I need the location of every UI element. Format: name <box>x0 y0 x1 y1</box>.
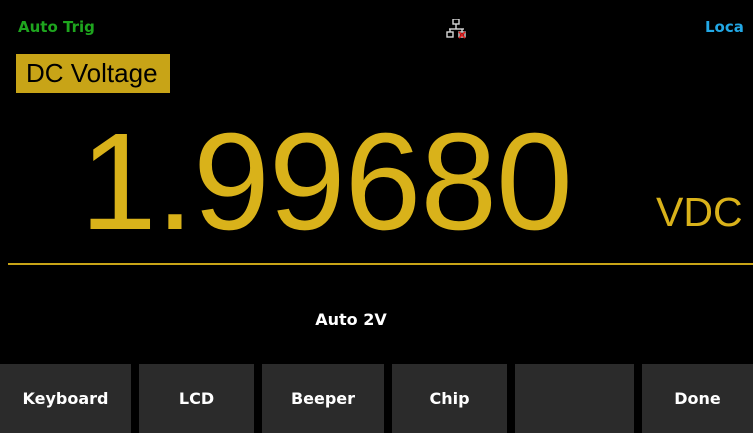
lan-disconnected-icon <box>446 18 468 41</box>
range-label: Auto 2V <box>315 310 387 329</box>
remote-status-label: Loca <box>705 18 744 36</box>
measurement-unit: VDC <box>656 189 743 235</box>
softkey-beeper-button[interactable]: Beeper <box>262 364 384 433</box>
softkey-done-button[interactable]: Done <box>642 364 753 433</box>
softkey-blank-button[interactable] <box>515 364 634 433</box>
measurement-reading: 1.99680 <box>80 105 573 259</box>
softkey-bar: Keyboard LCD Beeper Chip Done <box>0 364 753 433</box>
divider <box>8 263 753 265</box>
softkey-lcd-button[interactable]: LCD <box>139 364 254 433</box>
softkey-chip-button[interactable]: Chip <box>392 364 507 433</box>
status-bar: Auto Trig Loca <box>0 0 753 40</box>
measurement-function-label: DC Voltage <box>16 54 170 93</box>
trigger-mode-label: Auto Trig <box>18 18 95 36</box>
softkey-keyboard-button[interactable]: Keyboard <box>0 364 131 433</box>
